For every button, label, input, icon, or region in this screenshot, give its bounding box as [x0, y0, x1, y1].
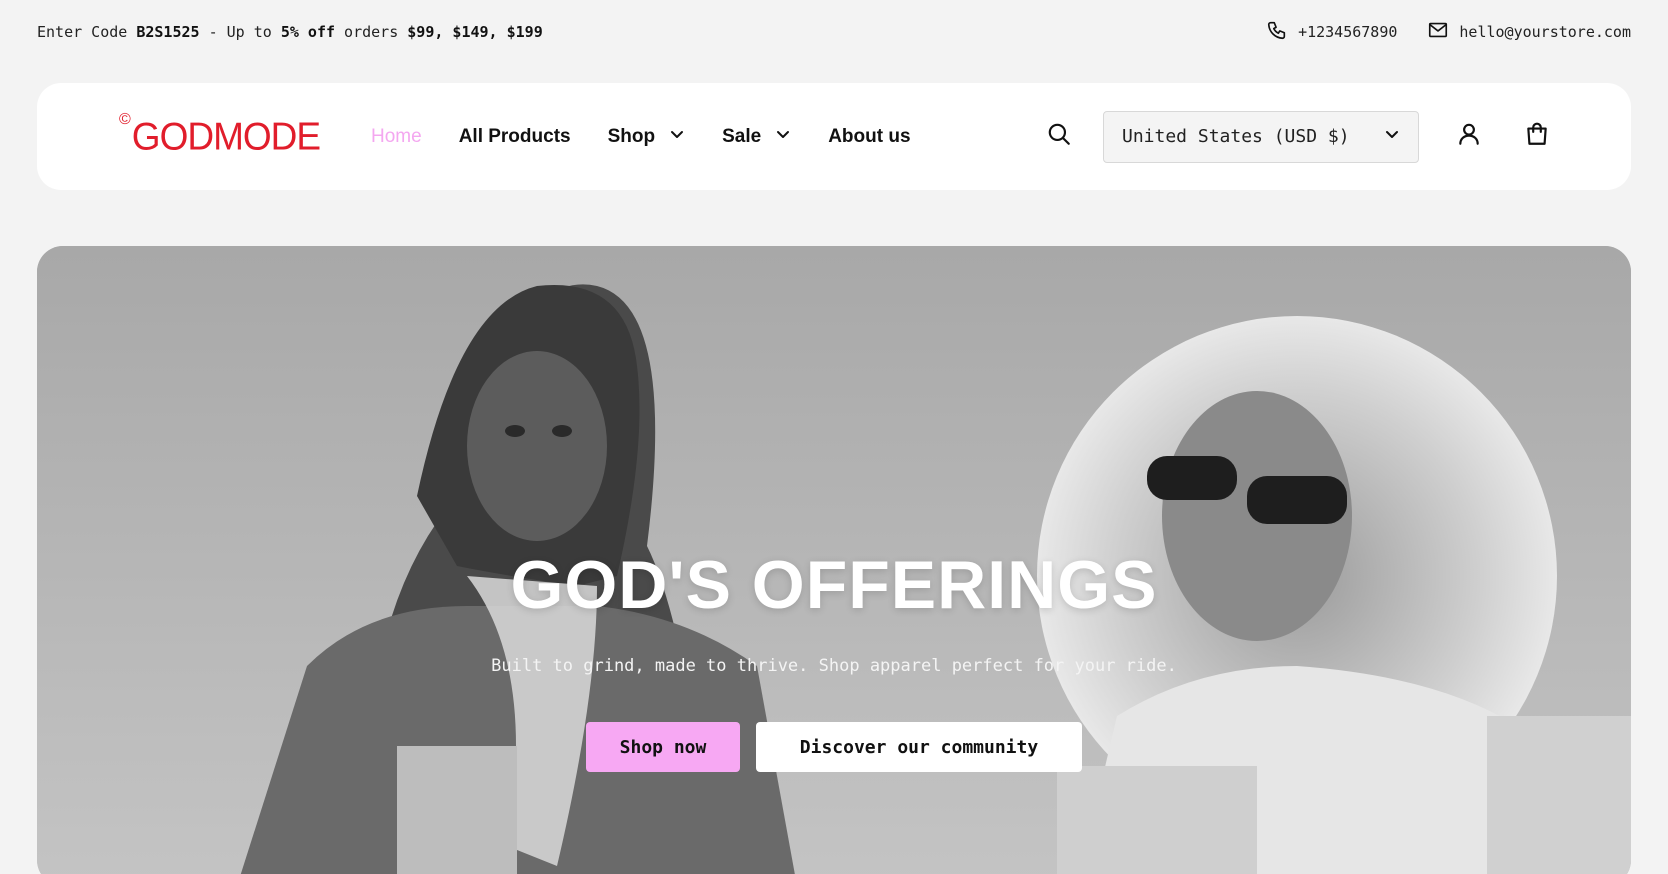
nav-item-home[interactable]: Home: [371, 126, 422, 148]
logo[interactable]: © GODMODE: [119, 112, 329, 159]
nav-label: About us: [828, 125, 911, 147]
hero-title: GOD'S OFFERINGS: [510, 547, 1158, 623]
announcement-bar: Enter Code B2S1525 - Up to 5% off orders…: [0, 0, 1668, 64]
chevron-down-icon: [775, 126, 791, 148]
promo-text: Enter Code B2S1525 - Up to 5% off orders…: [37, 23, 543, 41]
promo-discount: 5% off: [280, 23, 336, 41]
account-button[interactable]: [1453, 121, 1485, 153]
site-header: © GODMODE Home All Products Shop Sale Ab…: [37, 83, 1631, 190]
hero-content: GOD'S OFFERINGS Built to grind, made to …: [37, 546, 1631, 772]
hero-subtitle: Built to grind, made to thrive. Shop app…: [491, 656, 1177, 676]
nav-label: Sale: [722, 125, 762, 147]
country-selector-value: United States (USD $): [1122, 126, 1350, 147]
promo-thresholds: $99, $149, $199: [407, 23, 543, 41]
promo-prefix: Enter Code: [37, 23, 137, 41]
hero-buttons: Shop now Discover our community: [586, 722, 1082, 772]
nav-item-shop[interactable]: Shop: [608, 126, 686, 148]
nav-item-about-us[interactable]: About us: [828, 126, 910, 148]
hero-banner: GOD'S OFFERINGS Built to grind, made to …: [37, 246, 1631, 874]
promo-orders: orders: [335, 23, 408, 41]
search-icon: [1046, 121, 1072, 152]
contact-info: +1234567890 hello@yourstore.com: [1266, 19, 1631, 45]
promo-middle: - Up to: [199, 23, 281, 41]
shopping-bag-icon: [1524, 121, 1550, 152]
cart-button[interactable]: [1521, 121, 1553, 153]
nav-item-sale[interactable]: Sale: [722, 126, 791, 148]
promo-code: B2S1525: [136, 23, 200, 41]
phone-number[interactable]: +1234567890: [1298, 23, 1397, 41]
user-icon: [1456, 121, 1482, 152]
header-actions: United States (USD $): [1043, 110, 1553, 163]
email-link[interactable]: hello@yourstore.com: [1427, 19, 1631, 45]
nav-label: Home: [371, 125, 422, 147]
discover-community-button[interactable]: Discover our community: [756, 722, 1082, 772]
shop-now-button[interactable]: Shop now: [586, 722, 740, 772]
logo-symbol: ©: [119, 111, 131, 128]
chevron-down-icon: [669, 126, 685, 148]
nav-item-all-products[interactable]: All Products: [459, 126, 571, 148]
mail-icon: [1427, 19, 1449, 45]
email-address[interactable]: hello@yourstore.com: [1459, 23, 1631, 41]
search-button[interactable]: [1043, 121, 1075, 153]
phone-link[interactable]: +1234567890: [1266, 19, 1397, 45]
logo-text: GODMODE: [131, 114, 321, 159]
nav-label: Shop: [607, 125, 656, 147]
chevron-down-icon: [1384, 126, 1400, 147]
main-nav: Home All Products Shop Sale About us: [371, 126, 948, 148]
phone-icon: [1266, 19, 1288, 45]
country-currency-selector[interactable]: United States (USD $): [1103, 110, 1419, 163]
nav-label: All Products: [458, 125, 571, 147]
